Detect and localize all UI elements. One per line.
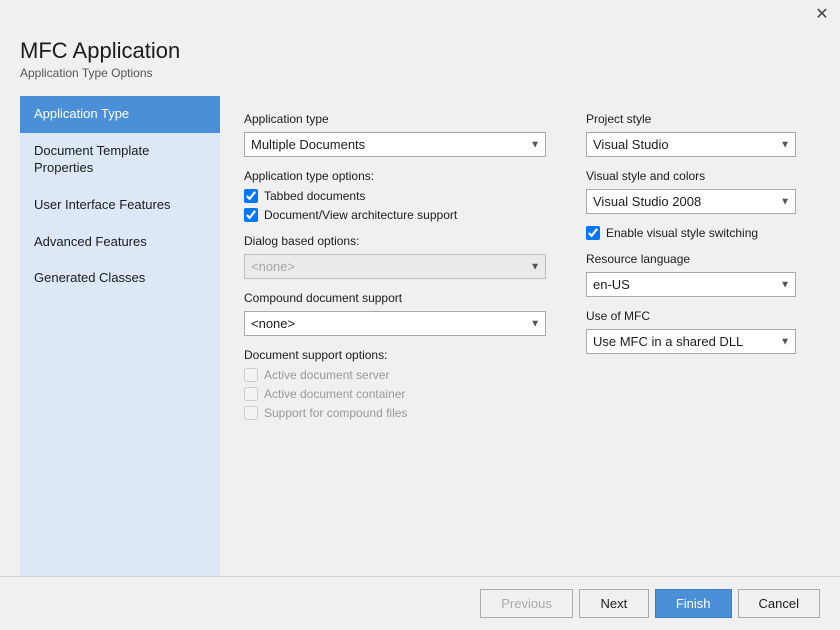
app-type-dropdown-wrapper: Single Document Multiple Documents Dialo… bbox=[244, 132, 546, 157]
dialog-based-label: Dialog based options: bbox=[244, 234, 546, 248]
compound-doc-dropdown[interactable]: <none> Container Mini-server Full-server… bbox=[244, 311, 546, 336]
compound-doc-label: Compound document support bbox=[244, 291, 546, 305]
resource-language-label: Resource language bbox=[586, 252, 796, 266]
visual-style-label: Visual style and colors bbox=[586, 169, 796, 183]
project-style-dropdown-wrapper: Visual Studio MFC Standard ▼ bbox=[586, 132, 796, 157]
dialog-title: MFC Application bbox=[20, 38, 820, 64]
tabbed-documents-label: Tabbed documents bbox=[264, 189, 365, 203]
cancel-button[interactable]: Cancel bbox=[738, 589, 820, 618]
active-doc-container-row: Active document container bbox=[244, 387, 546, 401]
active-doc-server-row: Active document server bbox=[244, 368, 546, 382]
sidebar-item-user-interface[interactable]: User Interface Features bbox=[20, 187, 220, 224]
active-doc-container-checkbox[interactable] bbox=[244, 387, 258, 401]
resource-language-dropdown-wrapper: en-US en-GB de-DE fr-FR ▼ bbox=[586, 272, 796, 297]
app-type-options-label: Application type options: bbox=[244, 169, 546, 183]
active-doc-server-checkbox[interactable] bbox=[244, 368, 258, 382]
dialog-body: Application Type Document Template Prope… bbox=[20, 96, 820, 576]
project-style-dropdown[interactable]: Visual Studio MFC Standard bbox=[586, 132, 796, 157]
footer: Previous Next Finish Cancel bbox=[0, 576, 840, 630]
title-bar: ✕ bbox=[0, 0, 840, 28]
finish-button[interactable]: Finish bbox=[655, 589, 732, 618]
app-type-label: Application type bbox=[244, 112, 546, 126]
sidebar-item-generated-classes[interactable]: Generated Classes bbox=[20, 260, 220, 297]
left-panel: Application type Single Document Multipl… bbox=[244, 112, 546, 560]
use-mfc-label: Use of MFC bbox=[586, 309, 796, 323]
document-view-row: Document/View architecture support bbox=[244, 208, 546, 222]
tabbed-documents-row: Tabbed documents bbox=[244, 189, 546, 203]
visual-style-switching-checkbox[interactable] bbox=[586, 226, 600, 240]
right-panel: Project style Visual Studio MFC Standard… bbox=[586, 112, 796, 560]
support-compound-checkbox[interactable] bbox=[244, 406, 258, 420]
dialog-header: MFC Application Application Type Options bbox=[20, 28, 820, 96]
tabbed-documents-checkbox[interactable] bbox=[244, 189, 258, 203]
visual-style-dropdown-wrapper: Visual Studio 2008 Windows Native/Defaul… bbox=[586, 189, 796, 214]
document-view-checkbox[interactable] bbox=[244, 208, 258, 222]
support-compound-row: Support for compound files bbox=[244, 406, 546, 420]
dialog-based-dropdown[interactable]: <none> bbox=[244, 254, 546, 279]
use-mfc-dropdown[interactable]: Use MFC in a shared DLL Use MFC in a sta… bbox=[586, 329, 796, 354]
dialog-container: MFC Application Application Type Options… bbox=[0, 28, 840, 576]
sidebar: Application Type Document Template Prope… bbox=[20, 96, 220, 576]
main-content: Application type Single Document Multipl… bbox=[220, 96, 820, 576]
previous-button[interactable]: Previous bbox=[480, 589, 573, 618]
close-button[interactable]: ✕ bbox=[812, 4, 832, 24]
use-mfc-dropdown-wrapper: Use MFC in a shared DLL Use MFC in a sta… bbox=[586, 329, 796, 354]
next-button[interactable]: Next bbox=[579, 589, 649, 618]
document-view-label: Document/View architecture support bbox=[264, 208, 457, 222]
project-style-label: Project style bbox=[586, 112, 796, 126]
dialog-subtitle: Application Type Options bbox=[20, 66, 820, 80]
sidebar-item-document-template[interactable]: Document Template Properties bbox=[20, 133, 220, 187]
visual-style-dropdown[interactable]: Visual Studio 2008 Windows Native/Defaul… bbox=[586, 189, 796, 214]
support-compound-label: Support for compound files bbox=[264, 406, 407, 420]
compound-doc-dropdown-wrapper: <none> Container Mini-server Full-server… bbox=[244, 311, 546, 336]
visual-style-switching-label: Enable visual style switching bbox=[606, 226, 758, 240]
resource-language-dropdown[interactable]: en-US en-GB de-DE fr-FR bbox=[586, 272, 796, 297]
active-doc-container-label: Active document container bbox=[264, 387, 405, 401]
active-doc-server-label: Active document server bbox=[264, 368, 389, 382]
sidebar-item-advanced-features[interactable]: Advanced Features bbox=[20, 224, 220, 261]
app-type-dropdown[interactable]: Single Document Multiple Documents Dialo… bbox=[244, 132, 546, 157]
dialog-based-dropdown-wrapper: <none> ▼ bbox=[244, 254, 546, 279]
visual-style-switching-row: Enable visual style switching bbox=[586, 226, 796, 240]
sidebar-item-application-type[interactable]: Application Type bbox=[20, 96, 220, 133]
doc-support-label: Document support options: bbox=[244, 348, 546, 362]
